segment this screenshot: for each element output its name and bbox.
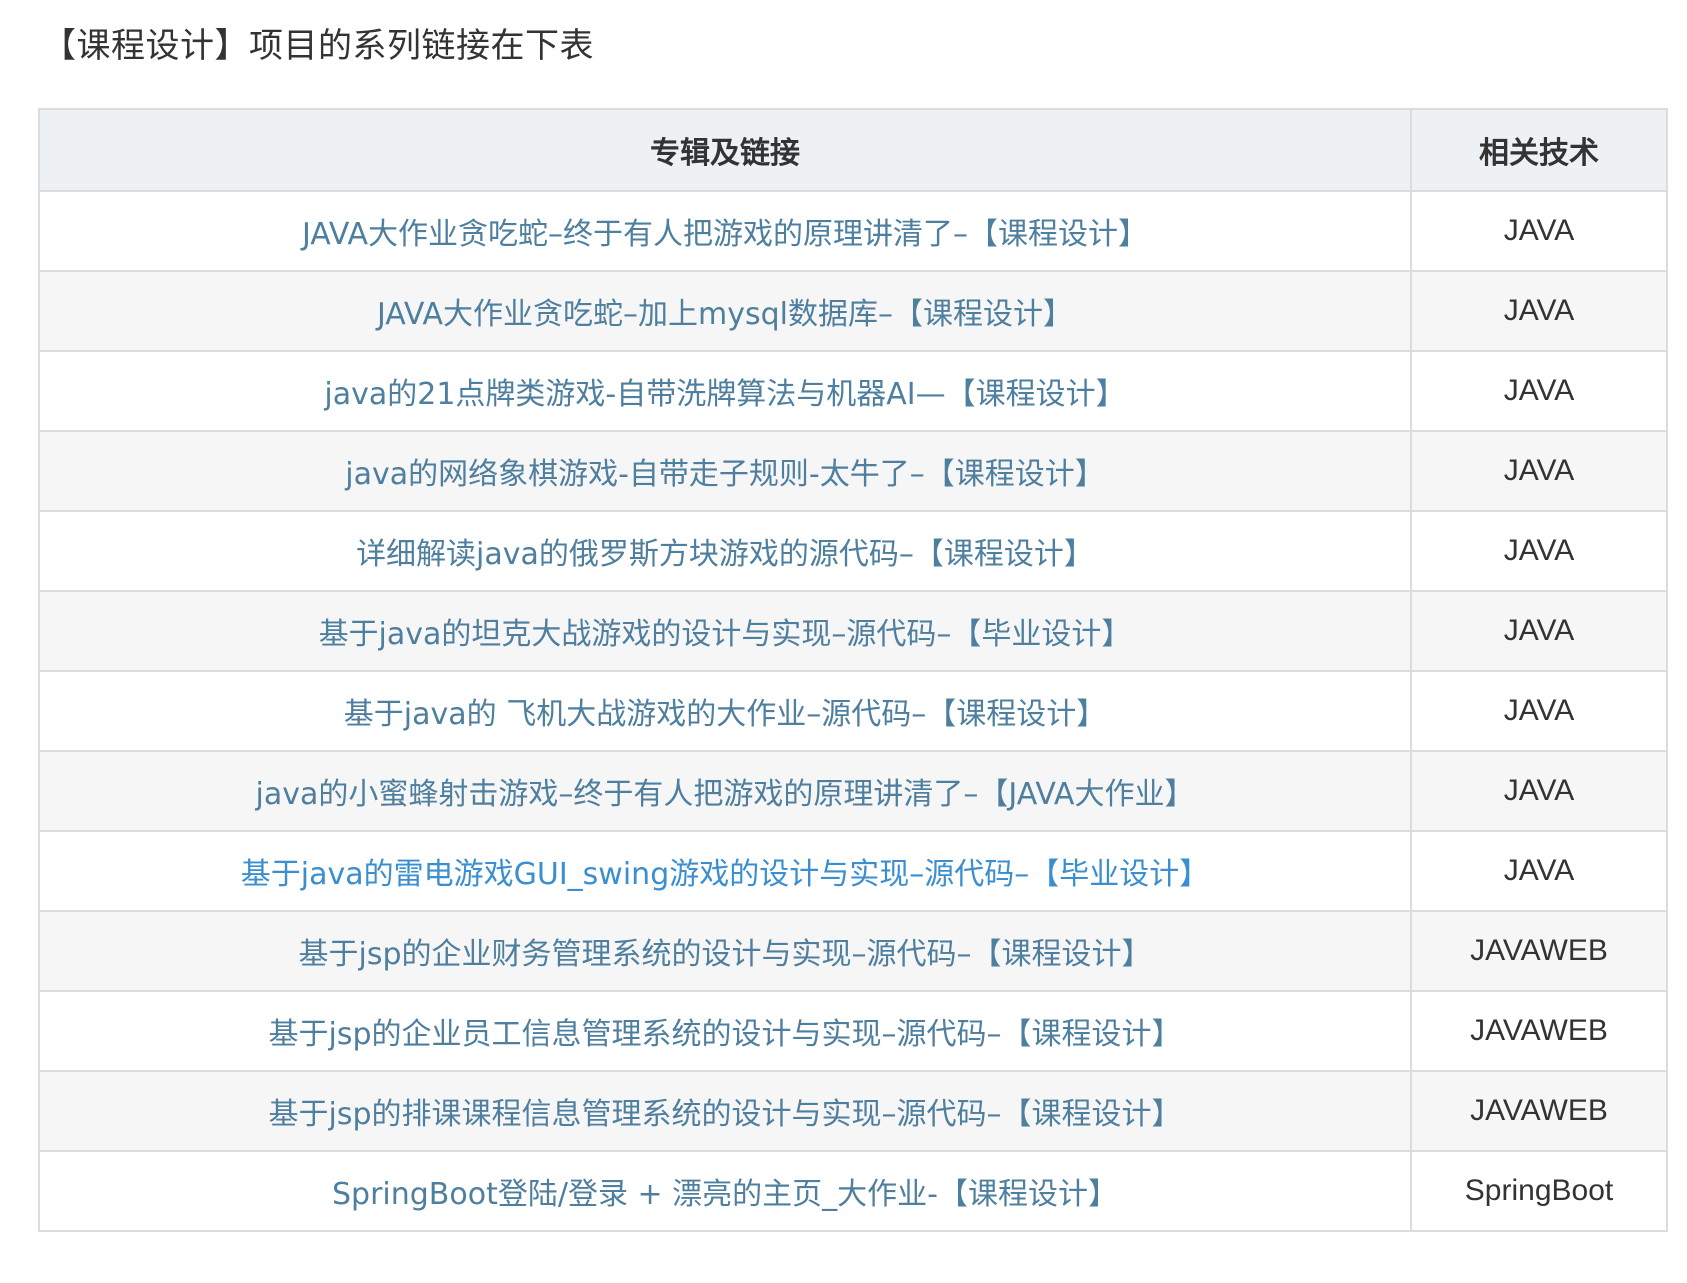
header-album-links: 专辑及链接: [38, 108, 1412, 192]
album-cell: java的小蜜蜂射击游戏–终于有人把游戏的原理讲清了–【JAVA大作业】: [38, 750, 1412, 832]
album-cell: SpringBoot登陆/登录 + 漂亮的主页_大作业-【课程设计】: [38, 1150, 1412, 1232]
table-row: JAVA大作业贪吃蛇–终于有人把游戏的原理讲清了–【课程设计】 JAVA: [38, 190, 1668, 272]
table-row: java的小蜜蜂射击游戏–终于有人把游戏的原理讲清了–【JAVA大作业】 JAV…: [38, 750, 1668, 832]
album-link[interactable]: SpringBoot登陆/登录 + 漂亮的主页_大作业-【课程设计】: [332, 1177, 1118, 1212]
table-row: 基于java的雷电游戏GUI_swing游戏的设计与实现–源代码–【毕业设计】 …: [38, 830, 1668, 912]
album-cell: 基于jsp的排课课程信息管理系统的设计与实现–源代码–【课程设计】: [38, 1070, 1412, 1152]
album-link[interactable]: 基于jsp的企业员工信息管理系统的设计与实现–源代码–【课程设计】: [268, 1017, 1181, 1052]
table-row: 基于java的坦克大战游戏的设计与实现–源代码–【毕业设计】 JAVA: [38, 590, 1668, 672]
album-link[interactable]: java的网络象棋游戏-自带走子规则-太牛了–【课程设计】: [345, 457, 1105, 492]
album-cell: java的网络象棋游戏-自带走子规则-太牛了–【课程设计】: [38, 430, 1412, 512]
table-row: 基于jsp的企业员工信息管理系统的设计与实现–源代码–【课程设计】 JAVAWE…: [38, 990, 1668, 1072]
table-row: 基于java的 飞机大战游戏的大作业–源代码–【课程设计】 JAVA: [38, 670, 1668, 752]
album-link[interactable]: 基于java的雷电游戏GUI_swing游戏的设计与实现–源代码–【毕业设计】: [241, 857, 1209, 892]
table-row: 基于jsp的企业财务管理系统的设计与实现–源代码–【课程设计】 JAVAWEB: [38, 910, 1668, 992]
album-link[interactable]: 详细解读java的俄罗斯方块游戏的源代码–【课程设计】: [356, 537, 1094, 572]
tech-cell: JAVA: [1410, 670, 1668, 752]
table-row: SpringBoot登陆/登录 + 漂亮的主页_大作业-【课程设计】 Sprin…: [38, 1150, 1668, 1232]
header-related-tech: 相关技术: [1410, 108, 1668, 192]
album-link[interactable]: JAVA大作业贪吃蛇–加上mysql数据库–【课程设计】: [377, 297, 1073, 332]
album-cell: JAVA大作业贪吃蛇–加上mysql数据库–【课程设计】: [38, 270, 1412, 352]
tech-cell: JAVA: [1410, 430, 1668, 512]
album-cell: 基于java的雷电游戏GUI_swing游戏的设计与实现–源代码–【毕业设计】: [38, 830, 1412, 912]
tech-cell: JAVA: [1410, 350, 1668, 432]
tech-cell: JAVA: [1410, 830, 1668, 912]
album-link[interactable]: java的小蜜蜂射击游戏–终于有人把游戏的原理讲清了–【JAVA大作业】: [256, 777, 1195, 812]
album-link[interactable]: 基于java的 飞机大战游戏的大作业–源代码–【课程设计】: [344, 697, 1106, 732]
project-links-table: 专辑及链接 相关技术 JAVA大作业贪吃蛇–终于有人把游戏的原理讲清了–【课程设…: [38, 108, 1668, 1232]
tech-cell: JAVA: [1410, 750, 1668, 832]
tech-cell: JAVAWEB: [1410, 910, 1668, 992]
tech-cell: JAVAWEB: [1410, 990, 1668, 1072]
album-link[interactable]: 基于jsp的排课课程信息管理系统的设计与实现–源代码–【课程设计】: [268, 1097, 1181, 1132]
album-link[interactable]: 基于java的坦克大战游戏的设计与实现–源代码–【毕业设计】: [319, 617, 1132, 652]
album-cell: 基于jsp的企业员工信息管理系统的设计与实现–源代码–【课程设计】: [38, 990, 1412, 1072]
album-cell: JAVA大作业贪吃蛇–终于有人把游戏的原理讲清了–【课程设计】: [38, 190, 1412, 272]
table-row: JAVA大作业贪吃蛇–加上mysql数据库–【课程设计】 JAVA: [38, 270, 1668, 352]
album-cell: 基于java的坦克大战游戏的设计与实现–源代码–【毕业设计】: [38, 590, 1412, 672]
tech-cell: SpringBoot: [1410, 1150, 1668, 1232]
intro-text: 【课程设计】项目的系列链接在下表: [42, 26, 594, 66]
album-cell: java的21点牌类游戏-自带洗牌算法与机器AI—【课程设计】: [38, 350, 1412, 432]
album-link[interactable]: JAVA大作业贪吃蛇–终于有人把游戏的原理讲清了–【课程设计】: [302, 217, 1148, 252]
table-row: java的网络象棋游戏-自带走子规则-太牛了–【课程设计】 JAVA: [38, 430, 1668, 512]
table-header-row: 专辑及链接 相关技术: [38, 108, 1668, 192]
tech-cell: JAVA: [1410, 510, 1668, 592]
tech-cell: JAVAWEB: [1410, 1070, 1668, 1152]
album-cell: 详细解读java的俄罗斯方块游戏的源代码–【课程设计】: [38, 510, 1412, 592]
tech-cell: JAVA: [1410, 190, 1668, 272]
project-links-table-wrapper: 专辑及链接 相关技术 JAVA大作业贪吃蛇–终于有人把游戏的原理讲清了–【课程设…: [38, 108, 1668, 1232]
album-cell: 基于java的 飞机大战游戏的大作业–源代码–【课程设计】: [38, 670, 1412, 752]
album-link[interactable]: java的21点牌类游戏-自带洗牌算法与机器AI—【课程设计】: [324, 377, 1125, 412]
table-row: 基于jsp的排课课程信息管理系统的设计与实现–源代码–【课程设计】 JAVAWE…: [38, 1070, 1668, 1152]
album-cell: 基于jsp的企业财务管理系统的设计与实现–源代码–【课程设计】: [38, 910, 1412, 992]
table-row: 详细解读java的俄罗斯方块游戏的源代码–【课程设计】 JAVA: [38, 510, 1668, 592]
tech-cell: JAVA: [1410, 270, 1668, 352]
tech-cell: JAVA: [1410, 590, 1668, 672]
table-row: java的21点牌类游戏-自带洗牌算法与机器AI—【课程设计】 JAVA: [38, 350, 1668, 432]
album-link[interactable]: 基于jsp的企业财务管理系统的设计与实现–源代码–【课程设计】: [298, 937, 1151, 972]
